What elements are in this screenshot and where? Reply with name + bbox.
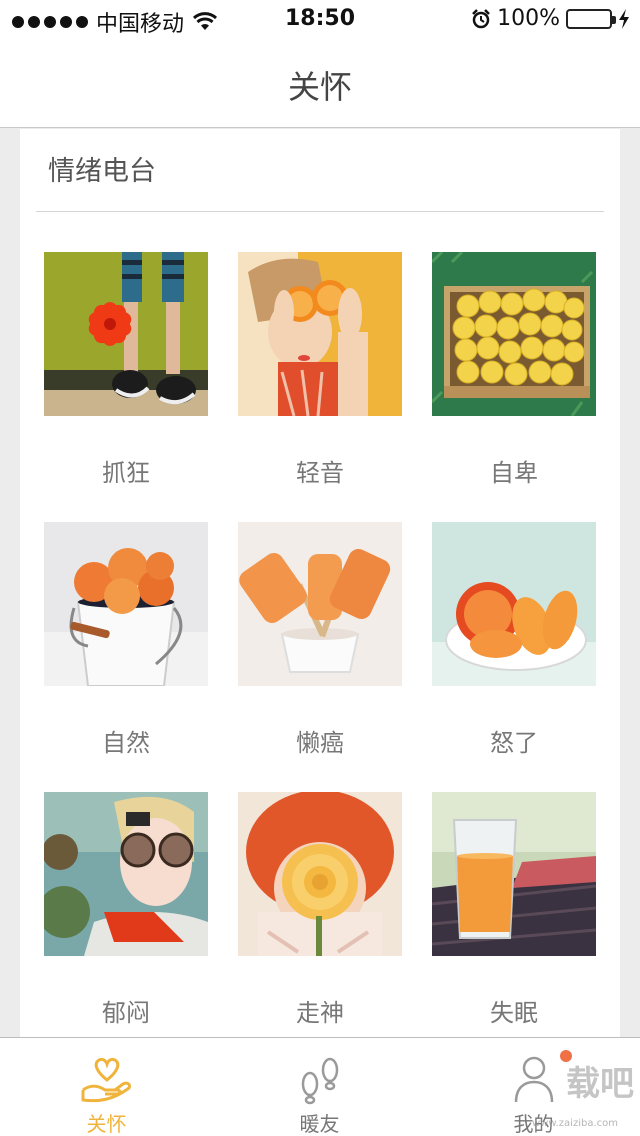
tab-mine[interactable]: 我的 载吧 www.zaiziba.com	[427, 1038, 640, 1136]
battery-percentage: 100%	[497, 6, 560, 31]
battery-icon	[566, 8, 616, 29]
section-title: 情绪电台	[48, 156, 156, 187]
mood-label: 懒癌	[296, 729, 344, 757]
footprints-icon	[301, 1057, 338, 1105]
status-right: 100%	[471, 6, 630, 31]
mood-tile-nule[interactable]: 怒了	[432, 522, 596, 758]
mood-label: 走神	[296, 999, 344, 1027]
woman-with-sunglasses-image	[44, 792, 208, 956]
tab-label: 关怀	[86, 1112, 127, 1136]
mood-label: 自然	[102, 729, 150, 757]
mood-tile-zibei[interactable]: 自卑	[432, 252, 596, 488]
mood-tile-qingyin[interactable]: 轻音	[238, 252, 402, 488]
mood-tile-ziran[interactable]: 自然	[44, 522, 208, 758]
orange-popsicles-in-cup-image	[238, 522, 402, 686]
mood-tile-zoushen[interactable]: 走神	[238, 792, 402, 1028]
mood-tile-zhuakuang[interactable]: 抓狂	[44, 252, 208, 488]
mood-label: 自卑	[490, 459, 538, 487]
glass-of-orange-juice-image	[432, 792, 596, 956]
watermark: 载吧	[566, 1064, 634, 1104]
mood-label: 怒了	[490, 729, 538, 757]
girl-holding-orange-halves-image	[238, 252, 402, 416]
legs-with-red-flower-image	[44, 252, 208, 416]
mood-label: 失眠	[490, 999, 538, 1027]
tab-warm-friends[interactable]: 暖友	[213, 1038, 426, 1136]
crate-of-lemons-on-grass-image	[432, 252, 596, 416]
sliced-apricots-in-bowl-image	[432, 522, 596, 686]
status-bar: 中国移动 18:50 100%	[0, 0, 640, 40]
mood-tile-lanai[interactable]: 懒癌	[238, 522, 402, 758]
alarm-icon	[472, 8, 490, 28]
charging-icon	[619, 8, 629, 29]
page-title: 关怀	[287, 68, 352, 106]
heart-hand-icon	[81, 1057, 131, 1103]
tab-label: 暖友	[299, 1112, 340, 1136]
bucket-of-apricots-image	[44, 522, 208, 686]
person-icon	[514, 1056, 553, 1103]
mood-label: 抓狂	[102, 459, 150, 487]
redhead-holding-yellow-rose-image	[238, 792, 402, 956]
tab-bar: 关怀 暖友 我的 载吧 www.zaiziba.com	[0, 1037, 640, 1136]
navigation-bar: 关怀	[0, 40, 640, 128]
tab-care[interactable]: 关怀	[0, 1038, 213, 1136]
watermark-url: www.zaiziba.com	[532, 1118, 618, 1129]
mood-tile-shimian[interactable]: 失眠	[432, 792, 596, 1028]
mood-tile-yumen[interactable]: 郁闷	[44, 792, 208, 1028]
mood-label: 郁闷	[102, 999, 150, 1027]
mood-label: 轻音	[296, 459, 344, 487]
mood-radio-card: 情绪电台 抓狂 轻音 自卑 自然 懒癌 怒了 郁闷 走神 失眠	[20, 129, 620, 1037]
section-divider	[36, 211, 604, 212]
